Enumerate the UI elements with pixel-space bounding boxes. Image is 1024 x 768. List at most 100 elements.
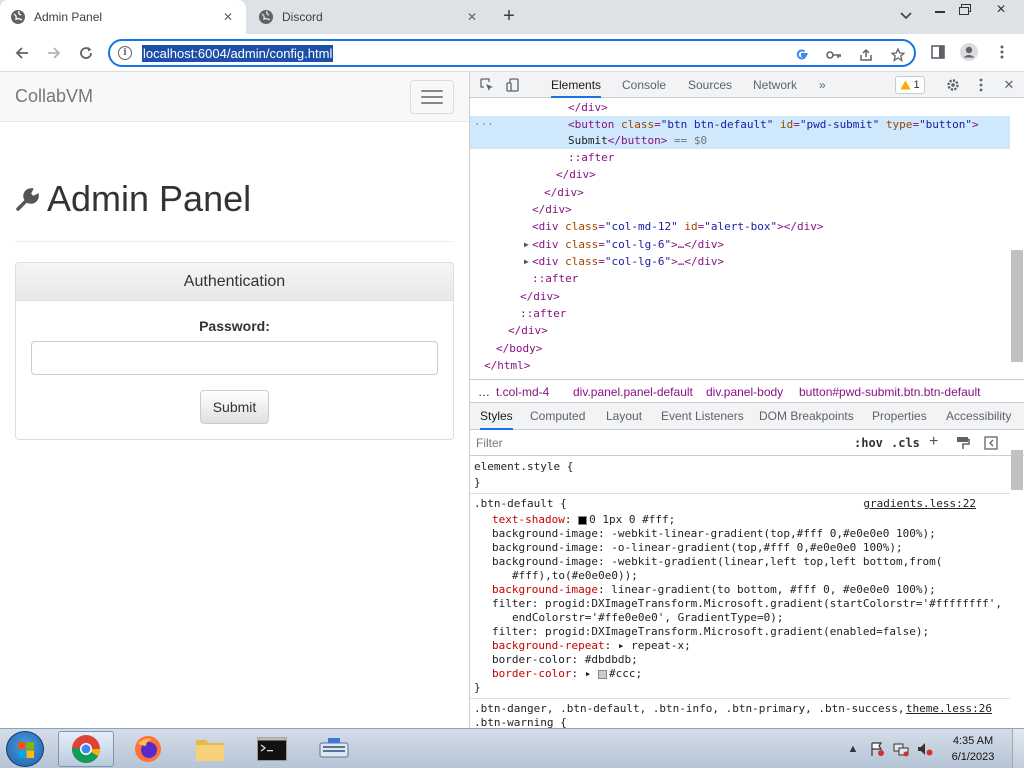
share-icon[interactable] — [856, 45, 876, 65]
dom-node[interactable]: ::after — [470, 305, 1010, 322]
cls-toggle[interactable]: .cls — [891, 436, 920, 450]
tab-event-listeners[interactable]: Event Listeners — [661, 403, 744, 430]
star-icon[interactable] — [888, 45, 908, 65]
dom-node[interactable]: <div class="col-md-12" id="alert-box"></… — [470, 218, 1010, 235]
network-icon[interactable] — [892, 740, 910, 758]
style-rule-header[interactable]: .btn-default {gradients.less:22 — [474, 497, 1010, 511]
style-property-overridden[interactable]: background-image: -o-linear-gradient(top… — [492, 541, 1010, 555]
kebab-menu-icon[interactable] — [991, 41, 1013, 63]
tab-layout[interactable]: Layout — [606, 403, 642, 430]
dom-node[interactable]: ▶ <div class="col-lg-6">…</div> — [470, 236, 1010, 253]
minimize-icon[interactable] — [928, 0, 952, 18]
paint-brush-icon[interactable] — [954, 434, 972, 452]
tab-accessibility[interactable]: Accessibility — [946, 403, 1011, 430]
style-property[interactable]: background-repeat: ▸ repeat-x; — [492, 639, 1010, 653]
firefox-taskbar-button[interactable] — [120, 731, 176, 767]
explorer-taskbar-button[interactable] — [182, 731, 238, 767]
dom-node[interactable]: </html> — [470, 357, 1010, 374]
action-center-flag-icon[interactable] — [868, 740, 886, 758]
navbar-brand[interactable]: CollabVM — [15, 86, 93, 107]
forward-arrow-icon[interactable] — [42, 41, 66, 65]
warning-badge[interactable]: 1 — [895, 76, 925, 94]
source-link[interactable]: theme.less:26 — [906, 702, 992, 716]
chevron-up-icon[interactable]: ▲ — [844, 740, 862, 758]
styles-scrollbar[interactable] — [1011, 450, 1023, 490]
breadcrumb-item[interactable]: … — [478, 385, 490, 399]
dom-node[interactable]: </div> — [470, 201, 1010, 218]
tab-admin-panel[interactable]: Admin Panel ✕ — [0, 0, 246, 34]
settings-gear-icon[interactable] — [944, 76, 962, 94]
tab-network[interactable]: Network — [753, 72, 797, 98]
cmd-taskbar-button[interactable] — [244, 731, 300, 767]
style-property-overridden[interactable]: #fff),to(#e0e0e0)); — [512, 569, 1010, 583]
hov-toggle[interactable]: :hov — [854, 436, 883, 450]
breadcrumb-item[interactable]: t.col-md-4 — [496, 385, 549, 399]
style-property-overridden[interactable]: filter: progid:DXImageTransform.Microsof… — [492, 625, 1010, 639]
hamburger-menu-icon[interactable] — [410, 80, 454, 114]
new-style-rule-icon[interactable]: + — [929, 433, 938, 451]
url-text[interactable]: localhost:6004/admin/config.html — [142, 45, 334, 62]
inspect-element-icon[interactable] — [478, 76, 496, 94]
submit-button[interactable]: Submit — [200, 390, 269, 424]
style-rule-header[interactable]: .btn-danger, .btn-default, .btn-info, .b… — [474, 702, 1010, 716]
tab-sources[interactable]: Sources — [688, 72, 732, 98]
tab-styles[interactable]: Styles — [480, 403, 513, 430]
style-property[interactable]: background-image: linear-gradient(to bot… — [492, 583, 1010, 597]
tab-computed[interactable]: Computed — [530, 403, 585, 430]
dom-node[interactable]: ▶ <div class="col-lg-6">…</div> — [470, 253, 1010, 270]
dom-node[interactable]: ::after — [470, 149, 1010, 166]
style-rule-header[interactable]: element.style { — [474, 460, 1010, 474]
tab-elements[interactable]: Elements — [551, 72, 602, 98]
key-icon[interactable] — [824, 45, 844, 65]
source-link[interactable]: gradients.less:22 — [863, 497, 976, 511]
breadcrumb-item[interactable]: div.panel-body — [706, 385, 783, 399]
color-swatch[interactable] — [597, 669, 607, 679]
reload-icon[interactable] — [74, 41, 98, 65]
keyboard-taskbar-button[interactable] — [306, 731, 362, 767]
window-close-icon[interactable]: ✕ — [986, 0, 1016, 18]
style-property-overridden[interactable]: endColorstr='#ffe0e0e0', GradientType=0)… — [512, 611, 1010, 625]
style-property[interactable]: text-shadow: 0 1px 0 #fff; — [492, 513, 1010, 527]
tab-properties[interactable]: Properties — [872, 403, 927, 430]
style-property-overridden[interactable]: background-image: -webkit-gradient(linea… — [492, 555, 1010, 569]
google-icon[interactable] — [792, 45, 812, 65]
volume-muted-icon[interactable] — [916, 740, 934, 758]
restore-icon[interactable] — [953, 0, 977, 18]
style-property-overridden[interactable]: border-color: #dbdbdb; — [492, 653, 1010, 667]
close-devtools-icon[interactable]: ✕ — [1000, 76, 1018, 94]
breadcrumb-item[interactable]: div.panel.panel-default — [573, 385, 693, 399]
chevron-down-icon[interactable] — [896, 6, 916, 26]
style-property-overridden[interactable]: filter: progid:DXImageTransform.Microsof… — [492, 597, 1010, 611]
toggle-sidebar-icon[interactable] — [982, 434, 1000, 452]
show-desktop-button[interactable] — [1012, 729, 1024, 768]
close-tab-icon[interactable]: ✕ — [464, 9, 480, 25]
tab-discord[interactable]: Discord ✕ — [248, 0, 490, 34]
chrome-taskbar-button[interactable] — [58, 731, 114, 767]
info-icon[interactable]: i — [118, 46, 132, 60]
dom-node-selected[interactable]: Submit</button> == $0 — [470, 132, 1010, 149]
close-tab-icon[interactable]: ✕ — [220, 9, 236, 25]
dom-node[interactable]: </div> — [470, 322, 1010, 339]
profile-avatar-icon[interactable] — [958, 41, 980, 63]
system-clock[interactable]: 4:35 AM 6/1/2023 — [946, 733, 1000, 765]
devtools-menu-icon[interactable] — [972, 76, 990, 94]
dom-node[interactable]: </div> — [470, 166, 1010, 183]
style-property-overridden[interactable]: background-image: -webkit-linear-gradien… — [492, 527, 1010, 541]
new-tab-icon[interactable]: + — [498, 5, 520, 27]
breadcrumb-item[interactable]: button#pwd-submit.btn.btn-default — [799, 385, 980, 399]
style-property[interactable]: border-color: ▸ #ccc; — [492, 667, 1010, 681]
address-bar[interactable]: i localhost:6004/admin/config.html — [108, 39, 916, 67]
start-button[interactable] — [6, 731, 44, 767]
color-swatch[interactable] — [578, 515, 588, 525]
dom-node[interactable]: ::after — [470, 270, 1010, 287]
dom-node[interactable]: </div> — [470, 288, 1010, 305]
tab-dom-breakpoints[interactable]: DOM Breakpoints — [759, 403, 854, 430]
more-tabs-icon[interactable]: » — [819, 72, 826, 98]
side-panel-icon[interactable] — [927, 41, 949, 63]
dom-node-selected[interactable]: ··· <button class="btn btn-default" id="p… — [470, 116, 1010, 133]
filter-input[interactable]: Filter — [476, 436, 503, 450]
dom-node[interactable]: </div> — [470, 99, 1010, 116]
dom-scrollbar[interactable] — [1011, 250, 1023, 362]
dom-node[interactable]: </div> — [470, 184, 1010, 201]
tab-console[interactable]: Console — [622, 72, 666, 98]
